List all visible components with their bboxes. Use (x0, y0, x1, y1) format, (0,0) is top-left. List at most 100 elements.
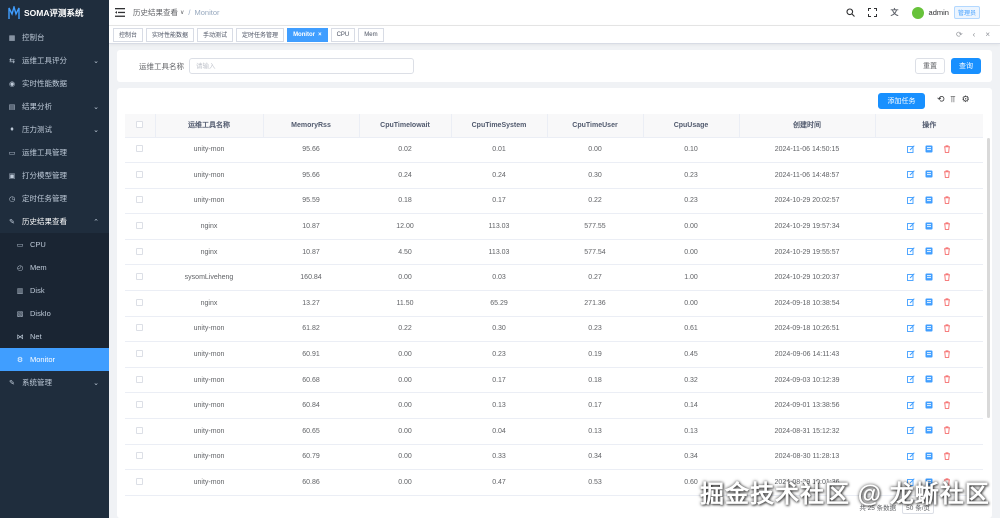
search-icon[interactable] (846, 8, 856, 18)
row-checkbox[interactable] (136, 247, 144, 255)
reset-button[interactable]: 重置 (915, 58, 945, 74)
delete-icon[interactable] (943, 426, 951, 435)
sidebar-item[interactable]: ✎ 历史结果查看 ⌃ (0, 210, 109, 233)
table-row[interactable]: unity-mon 95.59 0.18 0.17 0.22 0.23 2024-10-29… (125, 188, 983, 215)
row-checkbox[interactable] (136, 145, 144, 153)
close-icon[interactable]: × (985, 30, 990, 39)
table-row[interactable]: unity-mon 60.79 0.00 0.33 0.34 0.34 2024-08-30… (125, 444, 983, 471)
table-scrollbar[interactable] (987, 138, 990, 418)
edit-icon[interactable] (907, 221, 915, 230)
edit-icon[interactable] (907, 247, 915, 256)
row-checkbox[interactable] (136, 452, 144, 460)
chevron-left-icon[interactable]: ‹ (973, 30, 976, 39)
delete-icon[interactable] (943, 170, 951, 179)
edit-icon[interactable] (907, 298, 915, 307)
row-checkbox[interactable] (136, 170, 144, 178)
detail-icon[interactable] (925, 170, 933, 178)
tab-6[interactable]: Mem (358, 27, 384, 42)
fullscreen-icon[interactable] (868, 8, 878, 18)
select-all-checkbox[interactable] (136, 120, 144, 128)
app-logo[interactable]: SOMA评测系统 (0, 0, 109, 26)
table-row[interactable]: unity-mon 95.66 0.02 0.01 0.00 0.10 2024-11-06… (125, 137, 983, 164)
detail-icon[interactable] (925, 247, 933, 255)
delete-icon[interactable] (943, 273, 951, 281)
sidebar-subitem[interactable]: ▥ Disk (0, 279, 109, 302)
detail-icon[interactable] (925, 375, 933, 383)
hamburger-icon[interactable] (115, 8, 125, 17)
avatar[interactable] (911, 6, 924, 19)
sidebar-item[interactable]: ▦ 控制台 (0, 26, 109, 49)
detail-icon[interactable] (925, 401, 933, 409)
sidebar-item[interactable]: ♦ 压力测试 ⌄ (0, 118, 109, 141)
sidebar-subitem[interactable]: ⋈ Net (0, 325, 109, 348)
detail-icon[interactable] (925, 196, 933, 204)
row-checkbox[interactable] (136, 273, 144, 281)
edit-icon[interactable] (907, 426, 915, 435)
table-row[interactable]: unity-mon 60.84 0.00 0.13 0.17 0.14 2024-09-01… (125, 392, 983, 420)
detail-icon[interactable] (925, 452, 933, 460)
detail-icon[interactable] (925, 324, 933, 332)
tab-2[interactable]: 手动测试 (197, 27, 234, 42)
edit-icon[interactable] (907, 324, 915, 332)
sidebar-subitem[interactable]: ▭ CPU (0, 233, 109, 256)
row-checkbox[interactable] (136, 375, 144, 383)
row-checkbox[interactable] (136, 196, 144, 204)
edit-icon[interactable] (907, 349, 915, 358)
delete-icon[interactable] (943, 349, 951, 358)
settings-icon[interactable]: ⚙ (962, 94, 970, 105)
detail-icon[interactable] (925, 298, 933, 306)
sidebar-subitem[interactable]: ⚙ Monitor (0, 348, 109, 371)
delete-icon[interactable] (943, 324, 951, 332)
table-row[interactable]: unity-mon 95.66 0.24 0.24 0.30 0.23 2024-11-06… (125, 162, 983, 189)
delete-icon[interactable] (943, 221, 951, 230)
refresh-icon[interactable]: ⟲ (937, 94, 945, 105)
sidebar-subitem[interactable]: ▧ DiskIo (0, 302, 109, 325)
row-checkbox[interactable] (136, 426, 144, 434)
table-row[interactable]: nginx 10.87 4.50 113.03 577.54 0.00 2024-10-29… (125, 239, 983, 266)
detail-icon[interactable] (925, 222, 933, 230)
sidebar-item[interactable]: ▣ 打分模型管理 (0, 164, 109, 187)
delete-icon[interactable] (943, 196, 951, 204)
row-checkbox[interactable] (136, 298, 144, 306)
edit-icon[interactable] (907, 170, 915, 179)
detail-icon[interactable] (925, 273, 933, 281)
row-checkbox[interactable] (136, 401, 144, 409)
row-checkbox[interactable] (136, 478, 144, 486)
breadcrumb-item-history[interactable]: 历史结果查看 (133, 7, 178, 18)
column-height-icon[interactable]: ⫪ (951, 94, 956, 105)
sidebar-item[interactable]: ✎ 系统管理 ⌄ (0, 371, 109, 394)
table-row[interactable]: unity-mon 60.65 0.00 0.04 0.13 0.13 2024-08-31… (125, 418, 983, 445)
user-menu[interactable]: admin 管理员 (911, 6, 980, 19)
edit-icon[interactable] (907, 401, 915, 409)
table-row[interactable]: unity-mon 60.91 0.00 0.23 0.19 0.45 2024-09-06… (125, 341, 983, 368)
tab-3[interactable]: 定时任务管理 (236, 27, 285, 42)
tool-name-input[interactable] (189, 58, 414, 74)
delete-icon[interactable] (943, 145, 951, 153)
table-row[interactable]: sysomLiveheng 160.84 0.00 0.03 0.27 1.00 2024-… (125, 264, 983, 292)
delete-icon[interactable] (943, 375, 951, 383)
detail-icon[interactable] (925, 426, 933, 434)
tab-1[interactable]: 实时性能数据 (146, 27, 195, 42)
tab-4[interactable]: Monitor × (287, 27, 328, 42)
tab-0[interactable]: 控制台 (113, 27, 144, 42)
edit-icon[interactable] (907, 452, 915, 460)
detail-icon[interactable] (925, 145, 933, 153)
edit-icon[interactable] (907, 273, 915, 281)
sidebar-item[interactable]: ▭ 运维工具管理 (0, 141, 109, 164)
sidebar-item[interactable]: ⇆ 运维工具评分 ⌄ (0, 49, 109, 72)
add-task-button[interactable]: 添加任务 (878, 93, 925, 109)
delete-icon[interactable] (943, 401, 951, 409)
delete-icon[interactable] (943, 247, 951, 256)
table-row[interactable]: nginx 10.87 12.00 113.03 577.55 0.00 2024-10-2… (125, 213, 983, 240)
row-checkbox[interactable] (136, 350, 144, 358)
edit-icon[interactable] (907, 196, 915, 204)
table-row[interactable]: nginx 13.27 11.50 65.29 271.36 0.00 2024-09-18… (125, 290, 983, 317)
detail-icon[interactable] (925, 350, 933, 358)
delete-icon[interactable] (943, 452, 951, 460)
table-row[interactable]: unity-mon 60.68 0.00 0.17 0.18 0.32 2024-09-03… (125, 367, 983, 394)
language-icon[interactable]: 文 (890, 8, 900, 18)
delete-icon[interactable] (943, 298, 951, 307)
edit-icon[interactable] (907, 145, 915, 153)
sidebar-subitem[interactable]: ◴ Mem (0, 256, 109, 279)
sidebar-item[interactable]: ▤ 结果分析 ⌄ (0, 95, 109, 118)
